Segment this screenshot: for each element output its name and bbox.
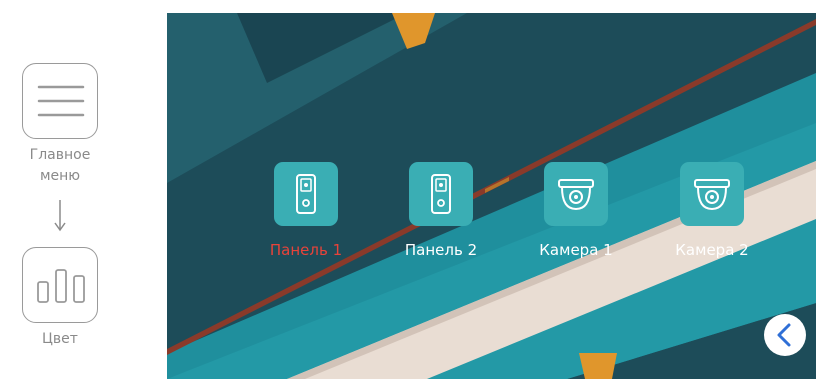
panel-1-button[interactable] — [274, 162, 338, 226]
panel-2-button[interactable] — [409, 162, 473, 226]
arrow-down-icon — [54, 200, 66, 232]
door-panel-icon — [296, 174, 316, 214]
color-label: Цвет — [42, 331, 78, 347]
camera-1-label[interactable]: Камера 1 — [506, 239, 646, 261]
back-button[interactable] — [764, 314, 806, 356]
main-menu-tile — [22, 63, 98, 139]
main-menu-label-line1: Главное — [29, 147, 91, 163]
main-menu-label-line2: меню — [39, 168, 81, 184]
panel-1-label[interactable]: Панель 1 — [236, 239, 376, 261]
color-tile — [22, 247, 98, 323]
camera-2-label[interactable]: Камера 2 — [642, 239, 782, 261]
door-panel-icon — [431, 174, 451, 214]
camera-1-button[interactable] — [544, 162, 608, 226]
monitor-screen: Панель 1 Панель 2 Камера 1 Камера 2 — [167, 13, 816, 379]
dome-camera-icon — [694, 179, 730, 211]
navigation-guide: Главное меню Цвет — [0, 0, 130, 379]
main-menu-label: Главное меню — [0, 145, 120, 187]
bars-icon — [37, 269, 85, 303]
hamburger-menu-icon — [37, 85, 85, 117]
dome-camera-icon — [558, 179, 594, 211]
panel-2-label[interactable]: Панель 2 — [371, 239, 511, 261]
camera-2-button[interactable] — [680, 162, 744, 226]
chevron-left-icon — [777, 323, 791, 347]
